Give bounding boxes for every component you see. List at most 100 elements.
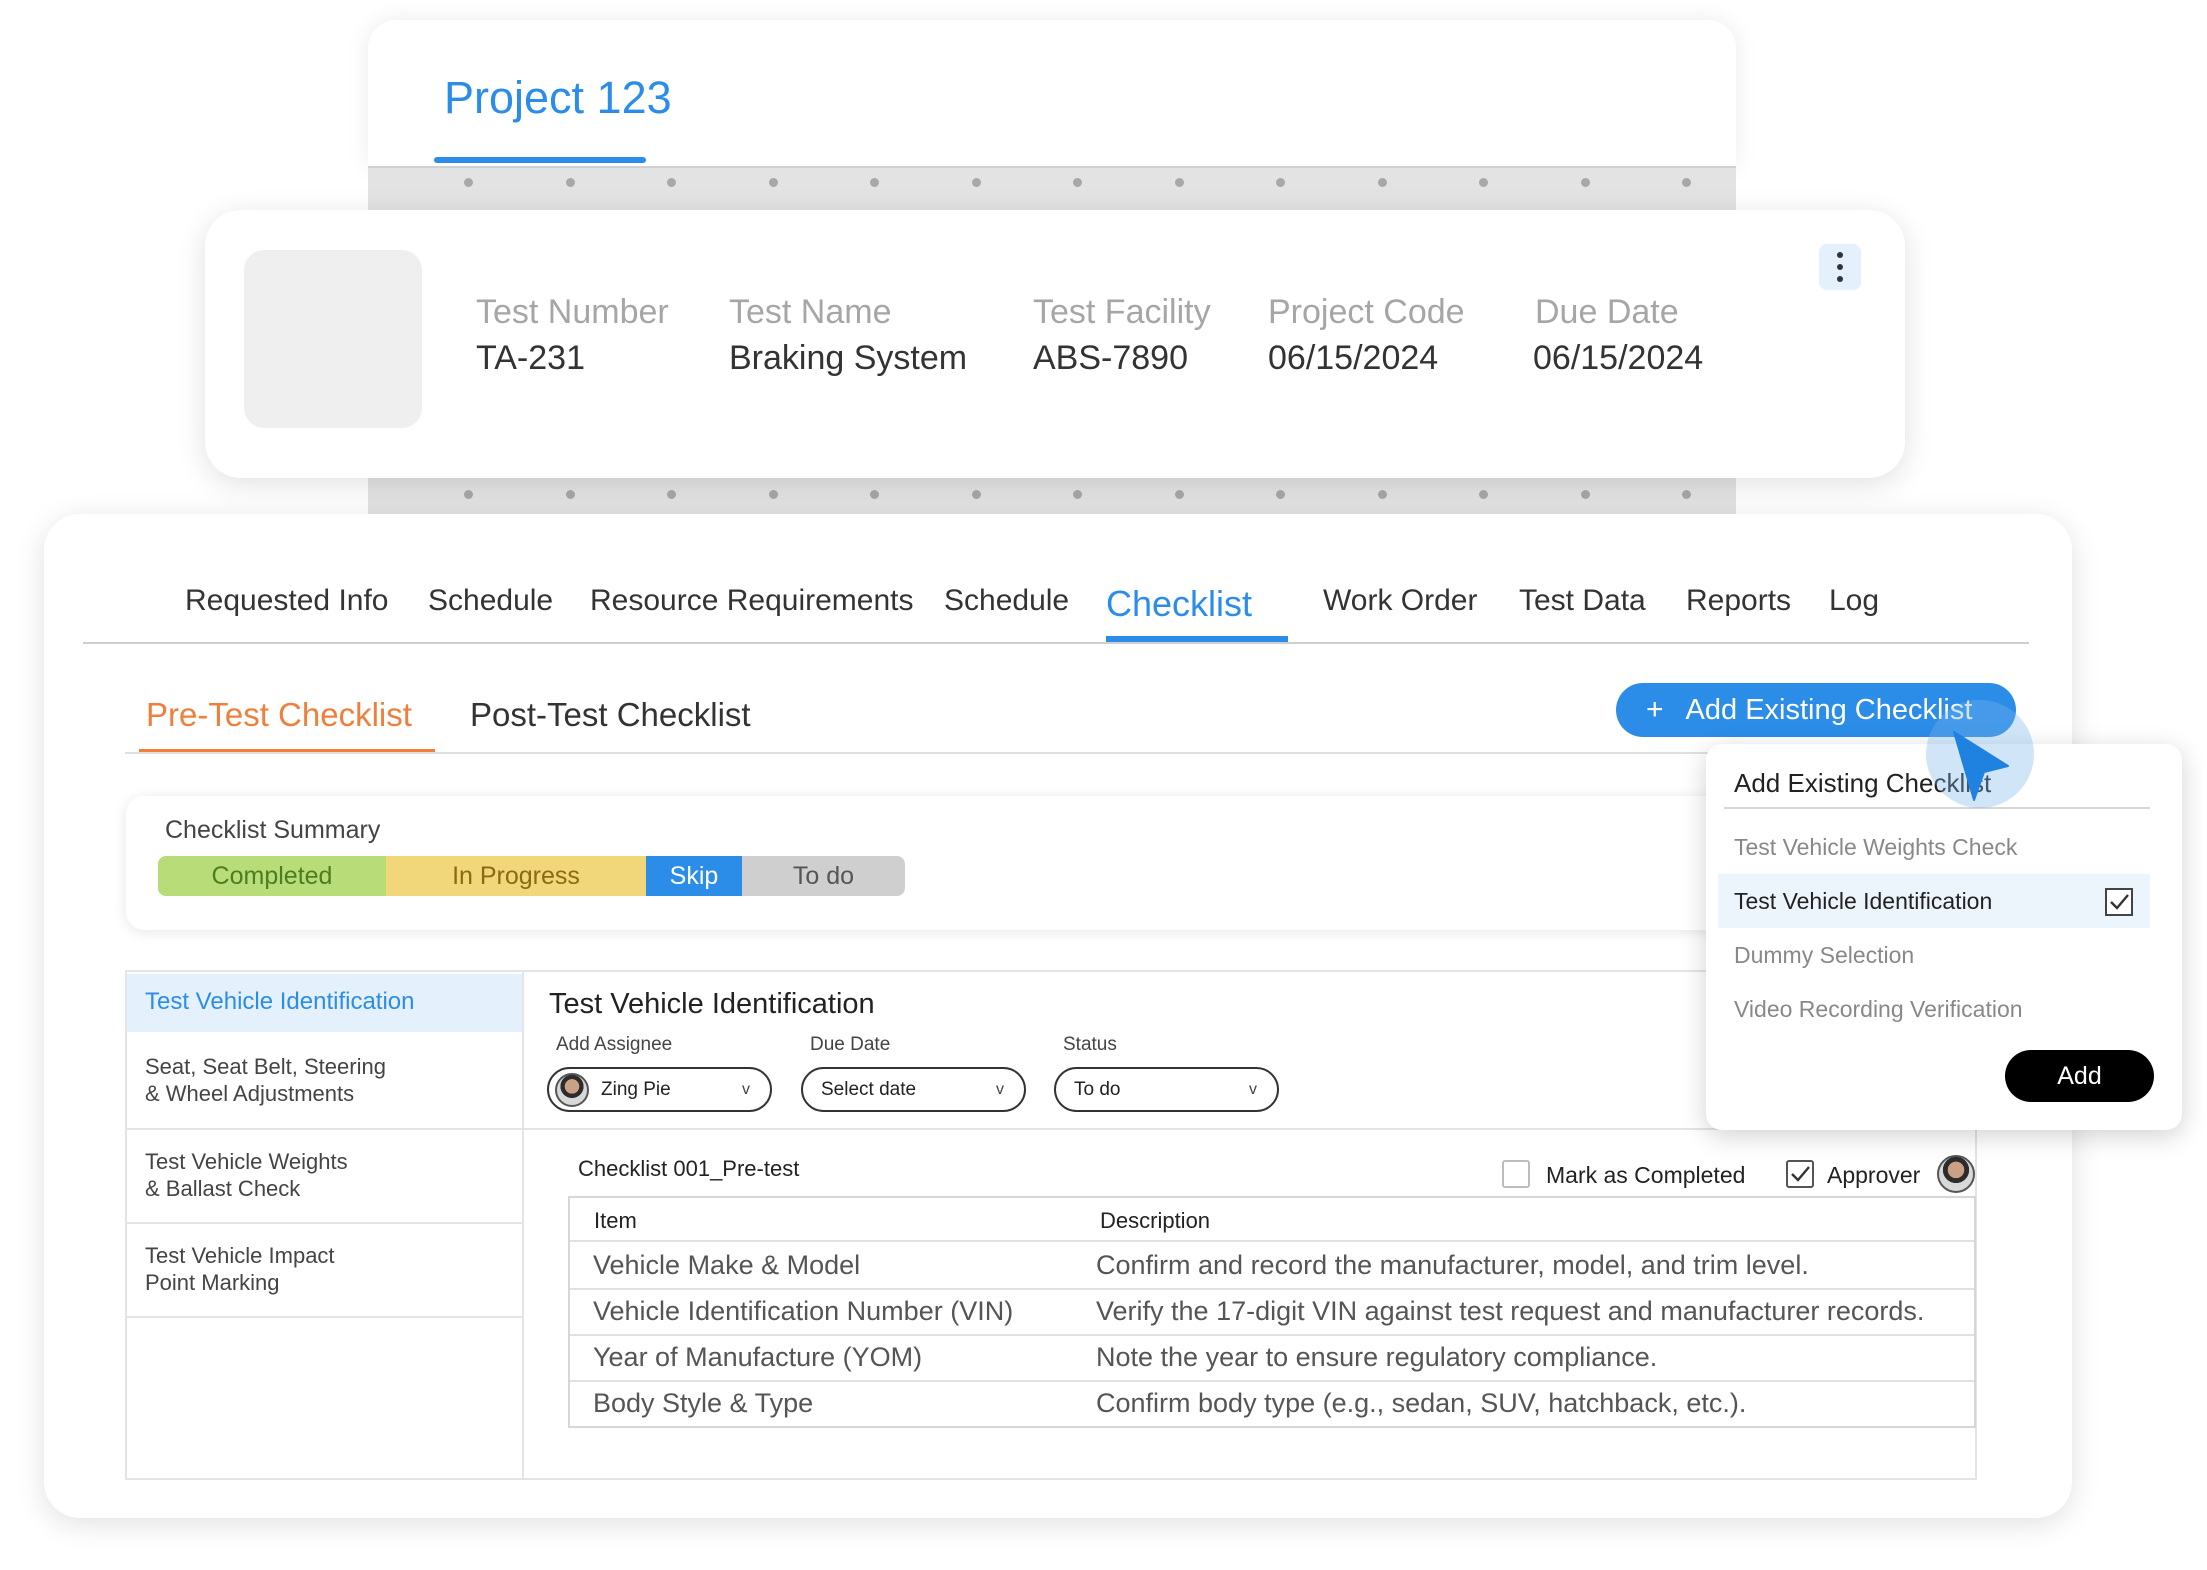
tab-log[interactable]: Log xyxy=(1829,584,1879,618)
sidebar-item-label: Test Vehicle Impact xyxy=(145,1243,335,1268)
tab-schedule[interactable]: Schedule xyxy=(428,584,553,618)
table-cell-item: Year of Manufacture (YOM) xyxy=(593,1342,923,1372)
table-cell-description: Confirm and record the manufacturer, mod… xyxy=(1096,1250,1809,1280)
test-number-label: Test Number xyxy=(476,293,669,331)
subtab-pre-test-checklist[interactable]: Pre-Test Checklist xyxy=(146,696,412,734)
table-cell-description: Verify the 17-digit VIN against test req… xyxy=(1096,1296,1925,1326)
sidebar-item-label: Seat, Seat Belt, Steering xyxy=(145,1054,386,1079)
sidebar-item-label-line2: & Ballast Check xyxy=(145,1176,301,1201)
test-facility-value: ABS-7890 xyxy=(1033,339,1188,377)
tab-work-order[interactable]: Work Order xyxy=(1323,584,1477,618)
sidebar-divider xyxy=(522,970,524,1480)
sidebar-item-label: Test Vehicle Identification xyxy=(145,988,415,1015)
binder-dot xyxy=(1073,178,1082,187)
binder-strip-top xyxy=(368,166,1736,210)
checkmark-icon xyxy=(2110,894,2129,910)
mark-completed-checkbox[interactable] xyxy=(1502,1160,1530,1188)
table-cell-item: Vehicle Identification Number (VIN) xyxy=(593,1296,1014,1326)
binder-dot xyxy=(1580,178,1590,187)
table-cell-item: Vehicle Make & Model xyxy=(593,1250,861,1280)
binder-dot xyxy=(1479,178,1488,187)
test-number-value: TA-231 xyxy=(476,339,585,377)
binder-dot xyxy=(971,178,981,187)
tab-requested-info[interactable]: Requested Info xyxy=(185,584,388,618)
binder-dot xyxy=(1174,178,1184,187)
assignee-avatar xyxy=(555,1072,589,1107)
status-select-value: To do xyxy=(1074,1078,1121,1100)
summary-segment-in-progress: In Progress xyxy=(386,856,646,896)
checklist-name: Checklist 001_Pre-test xyxy=(578,1156,800,1181)
binder-dot xyxy=(464,178,473,187)
sidebar-item-seat-adjustments[interactable]: Seat, Seat Belt, Steering & Wheel Adjust… xyxy=(127,1036,522,1130)
due-date-field-label: Due Date xyxy=(810,1034,891,1055)
checklist-summary-bar: Completed In Progress Skip To do xyxy=(158,856,905,896)
project-title-tab[interactable]: Project 123 xyxy=(444,72,672,124)
tab-checklist[interactable]: Checklist xyxy=(1106,583,1252,625)
status-select[interactable]: To do v xyxy=(1054,1067,1279,1112)
detail-title: Test Vehicle Identification xyxy=(549,988,875,1020)
binder-dot xyxy=(870,490,879,499)
due-date-value: 06/15/2024 xyxy=(1533,339,1704,377)
tab-reports[interactable]: Reports xyxy=(1686,584,1791,618)
add-existing-checklist-label: Add Existing Checklist xyxy=(1685,693,1973,726)
binder-dot xyxy=(1479,490,1488,499)
chevron-down-icon: v xyxy=(996,1081,1004,1098)
dropdown-option-checkbox[interactable] xyxy=(2105,888,2133,916)
binder-dot xyxy=(464,490,473,499)
binder-dot xyxy=(971,490,981,499)
chevron-down-icon: v xyxy=(742,1081,750,1098)
assignee-select[interactable]: Zing Pie v xyxy=(547,1067,772,1112)
sidebar-item-label: Test Vehicle Weights xyxy=(145,1149,348,1174)
project-code-value: 06/15/2024 xyxy=(1268,339,1439,377)
table-header-description: Description xyxy=(1100,1208,1211,1233)
kebab-menu-icon xyxy=(1837,252,1843,258)
binder-strip-bottom xyxy=(368,478,1736,514)
sidebar-item-test-vehicle-identification[interactable]: Test Vehicle Identification xyxy=(127,974,522,1032)
test-facility-label: Test Facility xyxy=(1033,293,1211,331)
pointer-cursor-icon xyxy=(1953,731,2009,801)
binder-dot xyxy=(1580,490,1590,499)
sidebar-item-weights-ballast[interactable]: Test Vehicle Weights & Ballast Check xyxy=(127,1130,522,1224)
due-date-select-value: Select date xyxy=(821,1078,917,1100)
sidebar-item-impact-point-marking[interactable]: Test Vehicle Impact Point Marking xyxy=(127,1224,522,1318)
more-options-button[interactable] xyxy=(1819,244,1861,290)
table-row-divider xyxy=(570,1288,1974,1290)
test-name-label: Test Name xyxy=(729,293,892,331)
dropdown-option-weights-check[interactable]: Test Vehicle Weights Check xyxy=(1734,834,2017,861)
dropdown-divider xyxy=(1724,807,2150,809)
summary-segment-to-do: To do xyxy=(742,856,905,896)
dropdown-option-video-recording[interactable]: Video Recording Verification xyxy=(1734,996,2023,1023)
table-cell-description: Confirm body type (e.g., sedan, SUV, hat… xyxy=(1096,1388,1747,1418)
table-cell-description: Note the year to ensure regulatory compl… xyxy=(1096,1342,1658,1372)
binder-dot xyxy=(565,490,575,499)
summary-segment-completed: Completed xyxy=(158,856,386,896)
approver-label: Approver xyxy=(1827,1162,1921,1188)
sidebar-item-label-line2: & Wheel Adjustments xyxy=(145,1081,355,1106)
due-date-label: Due Date xyxy=(1535,293,1679,331)
binder-dot xyxy=(1174,490,1184,499)
binder-dot xyxy=(1276,490,1285,499)
subtabs-divider xyxy=(125,752,1715,754)
chevron-down-icon: v xyxy=(1249,1081,1257,1098)
tab-schedule-2[interactable]: Schedule xyxy=(944,584,1069,618)
subtab-post-test-checklist[interactable]: Post-Test Checklist xyxy=(470,696,751,734)
binder-dot xyxy=(667,490,676,499)
binder-dot xyxy=(1682,490,1691,499)
tab-test-data[interactable]: Test Data xyxy=(1519,584,1646,618)
table-header-item: Item xyxy=(594,1208,637,1233)
table-row-divider xyxy=(570,1240,1974,1242)
binder-dot xyxy=(1682,178,1691,187)
table-row-divider xyxy=(570,1334,1974,1336)
binder-dot xyxy=(1073,490,1082,499)
binder-dot xyxy=(768,490,778,499)
dropdown-option-vehicle-identification[interactable]: Test Vehicle Identification xyxy=(1734,888,1992,915)
approver-avatar xyxy=(1937,1155,1975,1193)
tab-resource-requirements[interactable]: Resource Requirements xyxy=(590,584,913,618)
dropdown-option-dummy-selection[interactable]: Dummy Selection xyxy=(1734,942,1914,969)
due-date-select[interactable]: Select date v xyxy=(801,1067,1026,1112)
approver-checkbox[interactable] xyxy=(1786,1160,1814,1188)
dropdown-add-button[interactable]: Add xyxy=(2005,1050,2154,1102)
project-tab-underline xyxy=(434,157,646,163)
binder-dot xyxy=(870,178,879,187)
mark-completed-label: Mark as Completed xyxy=(1546,1162,1746,1188)
